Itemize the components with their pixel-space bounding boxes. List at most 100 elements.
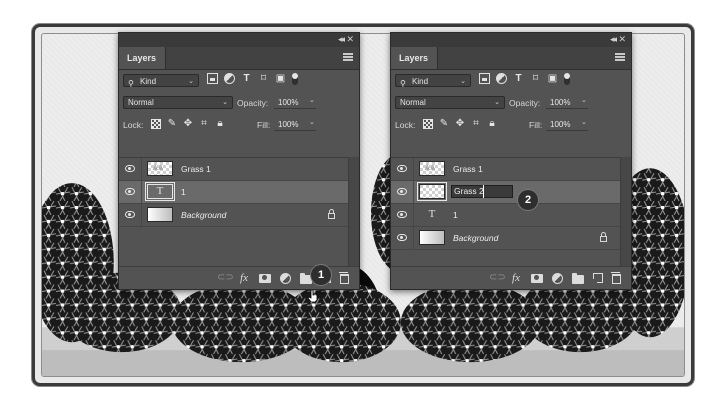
layer-name: 1 xyxy=(453,210,458,220)
visibility-eye-icon[interactable] xyxy=(397,188,407,195)
close-icon[interactable]: ✕ xyxy=(618,34,626,45)
fx-icon[interactable]: fx xyxy=(510,272,522,284)
lock-move-icon[interactable]: ✥ xyxy=(455,118,465,129)
filter-toggle-icon[interactable] xyxy=(292,73,298,85)
lock-artboard-icon[interactable]: ⌗ xyxy=(199,118,209,129)
smart-object-filter-icon[interactable]: ▣ xyxy=(275,73,286,84)
collapse-icon[interactable]: ◂◂ xyxy=(610,34,617,45)
mask-icon[interactable] xyxy=(259,274,271,283)
filter-kind-select[interactable]: ⚲ Kind ⌄ xyxy=(123,74,199,88)
chevron-down-icon: ⌄ xyxy=(460,78,466,85)
layers-panel-1: ◂◂ ✕ Layers ⚲ Kind ⌄ T ⌑ ▣ Normal ⌄ Opac… xyxy=(118,32,360,290)
chevron-down-icon[interactable]: ⌄ xyxy=(581,96,587,104)
layer-rename-input[interactable]: Grass 2 xyxy=(451,185,513,198)
trash-icon[interactable] xyxy=(339,271,349,284)
visibility-eye-icon[interactable] xyxy=(397,234,407,241)
panel-title-bar: ◂◂ ✕ xyxy=(119,33,359,47)
panel-menu-icon[interactable] xyxy=(343,53,353,61)
visibility-eye-icon[interactable] xyxy=(397,211,407,218)
hand-cursor-icon xyxy=(308,290,318,302)
layer-row-selected[interactable]: T 1 xyxy=(119,181,349,204)
pixel-filter-icon[interactable] xyxy=(479,73,490,84)
pixel-filter-icon[interactable] xyxy=(207,73,218,84)
lock-move-icon[interactable]: ✥ xyxy=(183,118,193,129)
opacity-label: Opacity: xyxy=(237,98,269,108)
blend-row: Normal ⌄ Opacity: 100% ⌄ xyxy=(391,92,631,114)
folder-icon[interactable] xyxy=(572,272,584,284)
adjustment-filter-icon[interactable] xyxy=(496,73,507,84)
layer-row[interactable]: Background xyxy=(391,227,621,250)
fx-icon[interactable]: fx xyxy=(238,272,250,284)
filter-kind-select[interactable]: ⚲ Kind ⌄ xyxy=(395,74,471,88)
close-icon[interactable]: ✕ xyxy=(346,34,354,45)
tab-layers[interactable]: Layers xyxy=(391,47,438,69)
type-layer-icon: T xyxy=(428,208,436,220)
filter-row: ⚲ Kind ⌄ T ⌑ ▣ xyxy=(119,70,359,92)
blend-mode-select[interactable]: Normal ⌄ xyxy=(123,96,233,109)
visibility-eye-icon[interactable] xyxy=(397,165,407,172)
layer-thumbnail xyxy=(147,161,173,176)
chevron-down-icon[interactable]: ⌄ xyxy=(309,96,315,104)
opacity-label: Opacity: xyxy=(509,98,541,108)
visibility-eye-icon[interactable] xyxy=(125,188,135,195)
lock-paint-icon[interactable]: ✎ xyxy=(167,118,177,129)
trash-icon[interactable] xyxy=(611,271,621,284)
panel-menu-icon[interactable] xyxy=(615,53,625,61)
layers-bottom-toolbar: ⊂⊃ fx xyxy=(391,266,631,289)
fill-label: Fill: xyxy=(529,120,543,130)
chevron-down-icon: ⌄ xyxy=(222,99,228,106)
chevron-down-icon[interactable]: ⌄ xyxy=(581,118,587,126)
blend-mode-select[interactable]: Normal ⌄ xyxy=(395,96,505,109)
new-layer-icon[interactable] xyxy=(592,273,603,284)
tab-layers[interactable]: Layers xyxy=(119,47,166,69)
layer-name: 1 xyxy=(181,187,186,197)
lock-paint-icon[interactable]: ✎ xyxy=(439,118,449,129)
filter-toggle-icon[interactable] xyxy=(564,73,570,85)
collapse-icon[interactable]: ◂◂ xyxy=(338,34,345,45)
lock-transparency-icon[interactable] xyxy=(423,119,433,129)
scrollbar[interactable] xyxy=(620,157,631,273)
layer-thumbnail xyxy=(419,161,445,176)
layer-row[interactable]: Background xyxy=(119,204,349,227)
layer-thumbnail xyxy=(419,230,445,245)
chevron-down-icon[interactable]: ⌄ xyxy=(309,118,315,126)
layers-list: Grass 1 T 1 Background xyxy=(119,157,349,274)
layer-row[interactable]: Grass 1 xyxy=(391,158,621,181)
lock-artboard-icon[interactable]: ⌗ xyxy=(471,118,481,129)
link-icon[interactable]: ⊂⊃ xyxy=(489,272,506,284)
type-filter-icon[interactable]: T xyxy=(513,73,524,84)
blend-mode-value: Normal xyxy=(128,98,154,107)
visibility-eye-icon[interactable] xyxy=(125,165,135,172)
lock-all-icon[interactable]: 🔒︎ xyxy=(487,118,497,129)
shape-filter-icon[interactable]: ⌑ xyxy=(258,73,269,84)
filter-kind-value: Kind xyxy=(140,77,157,86)
link-icon[interactable]: ⊂⊃ xyxy=(217,272,234,284)
lock-icon xyxy=(328,209,335,219)
adjustment-filter-icon[interactable] xyxy=(224,73,235,84)
chevron-down-icon: ⌄ xyxy=(188,78,194,85)
smart-object-filter-icon[interactable]: ▣ xyxy=(547,73,558,84)
step-badge-1: 1 xyxy=(311,265,331,285)
type-filter-icon[interactable]: T xyxy=(241,73,252,84)
blend-row: Normal ⌄ Opacity: 100% ⌄ xyxy=(119,92,359,114)
layer-row[interactable]: T 1 xyxy=(391,204,621,227)
lock-label: Lock: xyxy=(123,120,144,130)
adjustment-icon[interactable] xyxy=(552,272,563,284)
layer-thumbnail xyxy=(147,207,173,222)
visibility-eye-icon[interactable] xyxy=(125,211,135,218)
filter-kind-value: Kind xyxy=(412,77,429,86)
layer-row[interactable]: Grass 1 xyxy=(119,158,349,181)
layer-name: Grass 1 xyxy=(453,164,483,174)
panel-title-bar: ◂◂ ✕ xyxy=(391,33,631,47)
shape-filter-icon[interactable]: ⌑ xyxy=(530,73,541,84)
layer-row-selected[interactable]: Grass 2 xyxy=(391,181,621,204)
search-icon: ⚲ xyxy=(400,79,406,88)
adjustment-icon[interactable] xyxy=(280,272,291,284)
scrollbar[interactable] xyxy=(348,157,359,273)
lock-transparency-icon[interactable] xyxy=(151,119,161,129)
lock-all-icon[interactable]: 🔒︎ xyxy=(215,118,225,129)
mask-icon[interactable] xyxy=(531,274,543,283)
panel-tab-bar: Layers xyxy=(391,47,631,70)
lock-icon xyxy=(600,232,607,242)
fill-label: Fill: xyxy=(257,120,271,130)
